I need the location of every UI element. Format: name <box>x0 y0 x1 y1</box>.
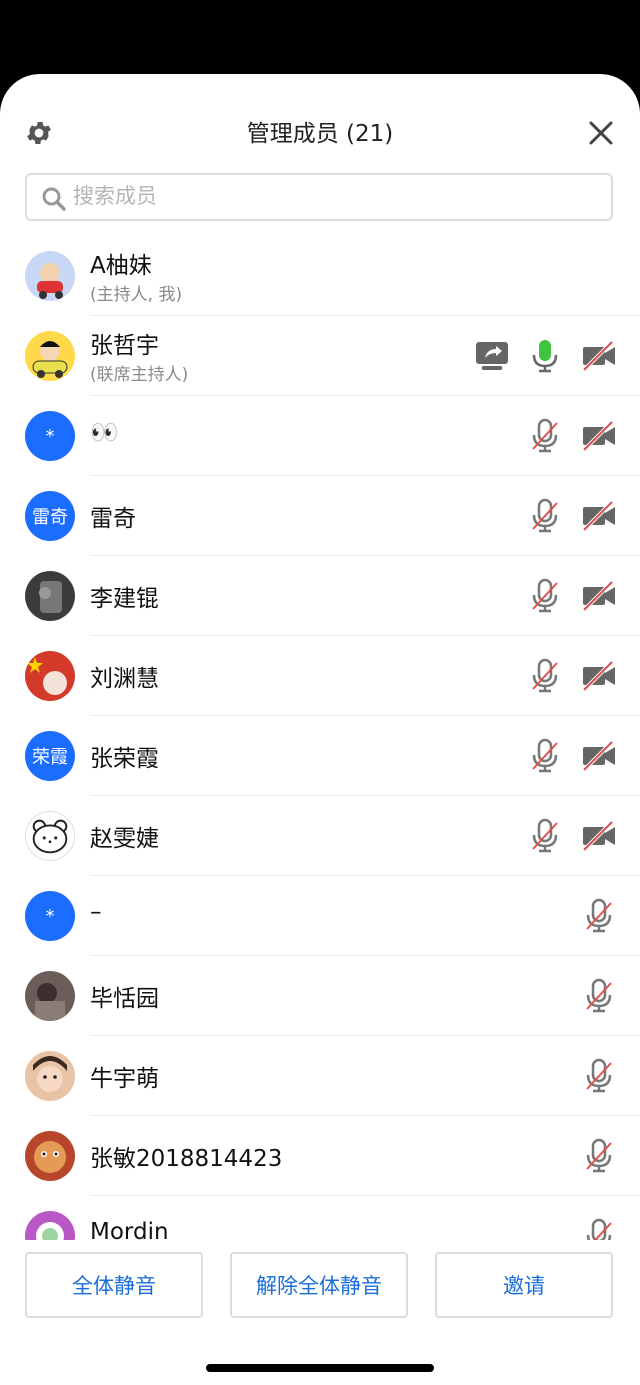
screen-share-icon[interactable] <box>474 338 510 374</box>
member-name: 赵雯婕 <box>90 826 159 852</box>
member-name: 张敏2018814423 <box>90 1146 283 1172</box>
member-name: 刘渊慧 <box>90 666 159 692</box>
camera-off-icon[interactable] <box>581 738 617 774</box>
member-row[interactable]: 毕恬园 <box>0 956 640 1036</box>
avatar <box>25 1131 75 1181</box>
microphone-muted-icon[interactable] <box>527 418 563 454</box>
member-name: 张哲宇 <box>90 333 159 359</box>
member-row[interactable]: 刘渊慧 <box>0 636 640 716</box>
mute-all-button[interactable]: 全体静音 <box>25 1252 203 1318</box>
member-name: 雷奇 <box>90 506 136 532</box>
member-name: Mordin <box>90 1219 169 1240</box>
member-role: (主持人, 我) <box>90 285 183 305</box>
close-icon[interactable] <box>588 120 614 146</box>
member-list[interactable]: A柚妹 (主持人, 我) 张哲宇 (联席主持人) * 👀 雷奇 雷奇 李建锟 刘… <box>0 236 640 1240</box>
member-row[interactable]: * – <box>0 876 640 956</box>
microphone-muted-icon[interactable] <box>581 1218 617 1240</box>
microphone-muted-icon[interactable] <box>527 658 563 694</box>
member-name: 李建锟 <box>90 586 159 612</box>
member-role: (联席主持人) <box>90 365 189 385</box>
member-row[interactable]: 赵雯婕 <box>0 796 640 876</box>
microphone-active-icon[interactable] <box>527 338 563 374</box>
avatar: * <box>25 891 75 941</box>
microphone-muted-icon[interactable] <box>527 498 563 534</box>
avatar <box>25 571 75 621</box>
member-row[interactable]: Mordin <box>0 1196 640 1240</box>
camera-off-icon[interactable] <box>581 498 617 534</box>
microphone-muted-icon[interactable] <box>527 738 563 774</box>
member-name: 毕恬园 <box>90 986 159 1012</box>
microphone-muted-icon[interactable] <box>581 898 617 934</box>
home-indicator[interactable] <box>206 1364 434 1372</box>
member-name: 👀 <box>90 420 119 446</box>
member-sheet: 管理成员 (21) A柚妹 (主持人, 我) 张哲宇 (联席主持人) <box>0 74 640 1385</box>
search-icon <box>42 187 66 211</box>
microphone-muted-icon[interactable] <box>581 1058 617 1094</box>
member-row[interactable]: 荣霞 张荣霞 <box>0 716 640 796</box>
member-row[interactable]: 雷奇 雷奇 <box>0 476 640 556</box>
camera-off-icon[interactable] <box>581 338 617 374</box>
member-name: 张荣霞 <box>90 746 159 772</box>
unmute-all-button[interactable]: 解除全体静音 <box>230 1252 408 1318</box>
member-row[interactable]: A柚妹 (主持人, 我) <box>0 236 640 316</box>
avatar <box>25 1051 75 1101</box>
member-name: – <box>90 899 102 925</box>
microphone-muted-icon[interactable] <box>581 1138 617 1174</box>
avatar <box>25 251 75 301</box>
avatar: * <box>25 411 75 461</box>
camera-off-icon[interactable] <box>581 818 617 854</box>
page-title: 管理成员 (21) <box>246 121 394 147</box>
member-row[interactable]: * 👀 <box>0 396 640 476</box>
avatar: 荣霞 <box>25 731 75 781</box>
member-row[interactable]: 张敏2018814423 <box>0 1116 640 1196</box>
camera-off-icon[interactable] <box>581 418 617 454</box>
invite-button[interactable]: 邀请 <box>435 1252 613 1318</box>
avatar: 雷奇 <box>25 491 75 541</box>
avatar <box>25 651 75 701</box>
avatar <box>25 811 75 861</box>
microphone-muted-icon[interactable] <box>527 578 563 614</box>
search-box[interactable] <box>25 173 613 221</box>
camera-off-icon[interactable] <box>581 578 617 614</box>
member-row[interactable]: 牛宇萌 <box>0 1036 640 1116</box>
microphone-muted-icon[interactable] <box>581 978 617 1014</box>
member-row[interactable]: 李建锟 <box>0 556 640 636</box>
avatar <box>25 971 75 1021</box>
search-input[interactable] <box>71 183 575 209</box>
member-name: 牛宇萌 <box>90 1066 159 1092</box>
avatar <box>25 1211 75 1240</box>
member-name: A柚妹 <box>90 253 152 279</box>
camera-off-icon[interactable] <box>581 658 617 694</box>
avatar <box>25 331 75 381</box>
member-row[interactable]: 张哲宇 (联席主持人) <box>0 316 640 396</box>
microphone-muted-icon[interactable] <box>527 818 563 854</box>
